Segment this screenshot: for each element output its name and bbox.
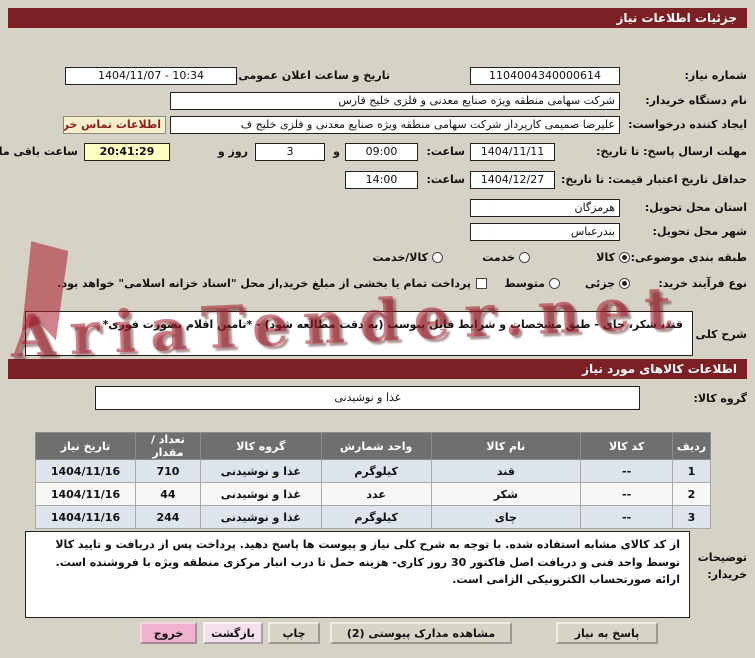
buyer-contact-button[interactable]: اطلاعات تماس خریدار — [63, 116, 166, 134]
cell-count-unit: عدد — [320, 482, 432, 506]
goods-section-title: اطلاعات کالاهای مورد نیاز — [8, 359, 747, 379]
goods-table: ردیف کد کالا نام کالا واحد شمارش گروه کا… — [35, 432, 711, 529]
cell-count-unit: کیلوگرم — [320, 505, 432, 529]
goods-group-field[interactable]: غذا و نوشیدنی — [95, 386, 640, 410]
back-button[interactable]: بازگشت — [203, 622, 263, 644]
announce-datetime-label: تاریخ و ساعت اعلان عمومی: — [233, 69, 390, 82]
print-button[interactable]: چاپ — [268, 622, 320, 644]
hours-remaining-label: ساعت باقی مانده — [0, 145, 78, 158]
classification-option-service-label: خدمت — [482, 251, 515, 264]
remaining-days-field[interactable]: 3 — [255, 143, 325, 161]
table-row: 1 -- قند کیلوگرم غذا و نوشیدنی 710 1404/… — [35, 459, 711, 483]
col-item-name: نام کالا — [430, 432, 582, 460]
reply-deadline-date-field[interactable]: 1404/11/11 — [470, 143, 555, 161]
need-number-field[interactable]: 1104004340000614 — [470, 67, 620, 85]
radio-service-icon[interactable] — [519, 252, 530, 263]
buyer-notes-box[interactable]: از کد کالای مشابه استفاده شده. با توجه ب… — [25, 531, 690, 618]
reply-deadline-label: مهلت ارسال پاسخ: تا تاریخ: — [596, 145, 747, 158]
need-description-box[interactable]: قند، شکر، چای - طبق مشخصات و شرایط فایل … — [25, 311, 693, 356]
classification-option-goods-service[interactable]: کالا/خدمت — [373, 249, 443, 267]
cell-item-code: -- — [580, 505, 674, 529]
cell-need-date: 1404/11/16 — [35, 505, 136, 529]
radio-goods-service-icon[interactable] — [432, 252, 443, 263]
classification-label: طبقه بندی موضوعی: — [630, 251, 747, 264]
table-row: 2 -- شکر عدد غذا و نوشیدنی 44 1404/11/16 — [35, 482, 711, 506]
announce-datetime-field[interactable]: 1404/11/07 - 10:34 — [65, 67, 237, 85]
radio-medium-icon[interactable] — [549, 278, 560, 289]
days-and-label: روز و — [217, 145, 248, 158]
treasury-payment-label: پرداخت تمام یا بخشی از مبلغ خرید,از محل … — [57, 277, 471, 290]
cell-need-date: 1404/11/16 — [35, 459, 136, 483]
request-creator-field[interactable]: علیرضا صمیمی کارپرداز شرکت سهامی منطقه و… — [170, 116, 620, 134]
price-validity-hour-field[interactable]: 14:00 — [345, 171, 418, 189]
process-option-medium[interactable]: متوسط — [504, 275, 560, 293]
classification-option-service[interactable]: خدمت — [482, 249, 530, 267]
process-option-medium-label: متوسط — [504, 277, 545, 290]
col-row-number: ردیف — [672, 432, 711, 460]
col-item-code: کد کالا — [580, 432, 674, 460]
page-title: جزئیات اطلاعات نیاز — [8, 8, 747, 28]
reply-to-need-button[interactable]: پاسخ به نیاز — [556, 622, 658, 644]
radio-minor-icon[interactable] — [619, 278, 630, 289]
price-validity-date-field[interactable]: 1404/12/27 — [470, 171, 555, 189]
treasury-payment-option[interactable]: پرداخت تمام یا بخشی از مبلغ خرید,از محل … — [57, 275, 487, 293]
request-creator-label: ایجاد کننده درخواست: — [628, 118, 747, 131]
countdown-timer: 20:41:29 — [84, 143, 170, 161]
buyer-org-field[interactable]: شرکت سهامی منطقه ویژه صنایع معدنی و فلزی… — [170, 92, 620, 110]
delivery-city-label: شهر محل تحویل: — [652, 225, 747, 238]
cell-item-name: چای — [430, 505, 582, 529]
exit-button[interactable]: خروج — [140, 622, 197, 644]
classification-option-goods-label: کالا — [596, 251, 615, 264]
process-option-minor[interactable]: جزئی — [585, 275, 630, 293]
table-row: 3 -- چای کیلوگرم غذا و نوشیدنی 244 1404/… — [35, 505, 711, 529]
cell-quantity: 44 — [134, 482, 201, 506]
cell-count-unit: کیلوگرم — [320, 459, 432, 483]
and-label: و — [333, 145, 340, 158]
cell-row-number: 3 — [672, 505, 711, 529]
col-quantity: تعداد / مقدار — [134, 432, 201, 460]
price-validity-hour-label: ساعت: — [426, 173, 465, 186]
cell-row-number: 1 — [672, 459, 711, 483]
view-attachments-button[interactable]: مشاهده مدارک پیوستی (2) — [330, 622, 512, 644]
cell-item-name: قند — [430, 459, 582, 483]
col-count-unit: واحد شمارش — [320, 432, 432, 460]
goods-group-label: گروه کالا: — [693, 392, 747, 405]
delivery-province-label: استان محل تحویل: — [644, 201, 747, 214]
buyer-org-label: نام دستگاه خریدار: — [645, 94, 747, 107]
delivery-city-field[interactable]: بندرعباس — [470, 223, 620, 241]
price-validity-label: حداقل تاریخ اعتبار قیمت: تا تاریخ: — [560, 173, 747, 186]
cell-quantity: 244 — [134, 505, 201, 529]
cell-need-date: 1404/11/16 — [35, 482, 136, 506]
process-option-minor-label: جزئی — [584, 277, 615, 290]
classification-option-goods-service-label: کالا/خدمت — [372, 251, 428, 264]
reply-deadline-hour-field[interactable]: 09:00 — [345, 143, 418, 161]
table-header-row: ردیف کد کالا نام کالا واحد شمارش گروه کا… — [35, 432, 711, 460]
need-number-label: شماره نیاز: — [684, 69, 747, 82]
reply-deadline-hour-label: ساعت: — [426, 145, 465, 158]
process-type-label: نوع فرآیند خرید: — [658, 277, 747, 290]
cell-quantity: 710 — [134, 459, 201, 483]
treasury-checkbox-icon[interactable] — [476, 278, 487, 289]
buyer-notes-label: توضیحات خریدار: — [697, 551, 747, 581]
cell-row-number: 2 — [672, 482, 711, 506]
cell-item-name: شکر — [430, 482, 582, 506]
radio-goods-icon[interactable] — [619, 252, 630, 263]
procurement-need-details-page: { "watermark": { "text": "AriaTender.net… — [0, 0, 755, 658]
cell-item-group: غذا و نوشیدنی — [199, 482, 322, 506]
delivery-province-field[interactable]: هرمزگان — [470, 199, 620, 217]
cell-item-group: غذا و نوشیدنی — [199, 459, 322, 483]
col-need-date: تاریخ نیاز — [35, 432, 136, 460]
col-item-group: گروه کالا — [199, 432, 322, 460]
cell-item-code: -- — [580, 459, 674, 483]
cell-item-group: غذا و نوشیدنی — [199, 505, 322, 529]
classification-option-goods[interactable]: کالا — [596, 249, 630, 267]
cell-item-code: -- — [580, 482, 674, 506]
